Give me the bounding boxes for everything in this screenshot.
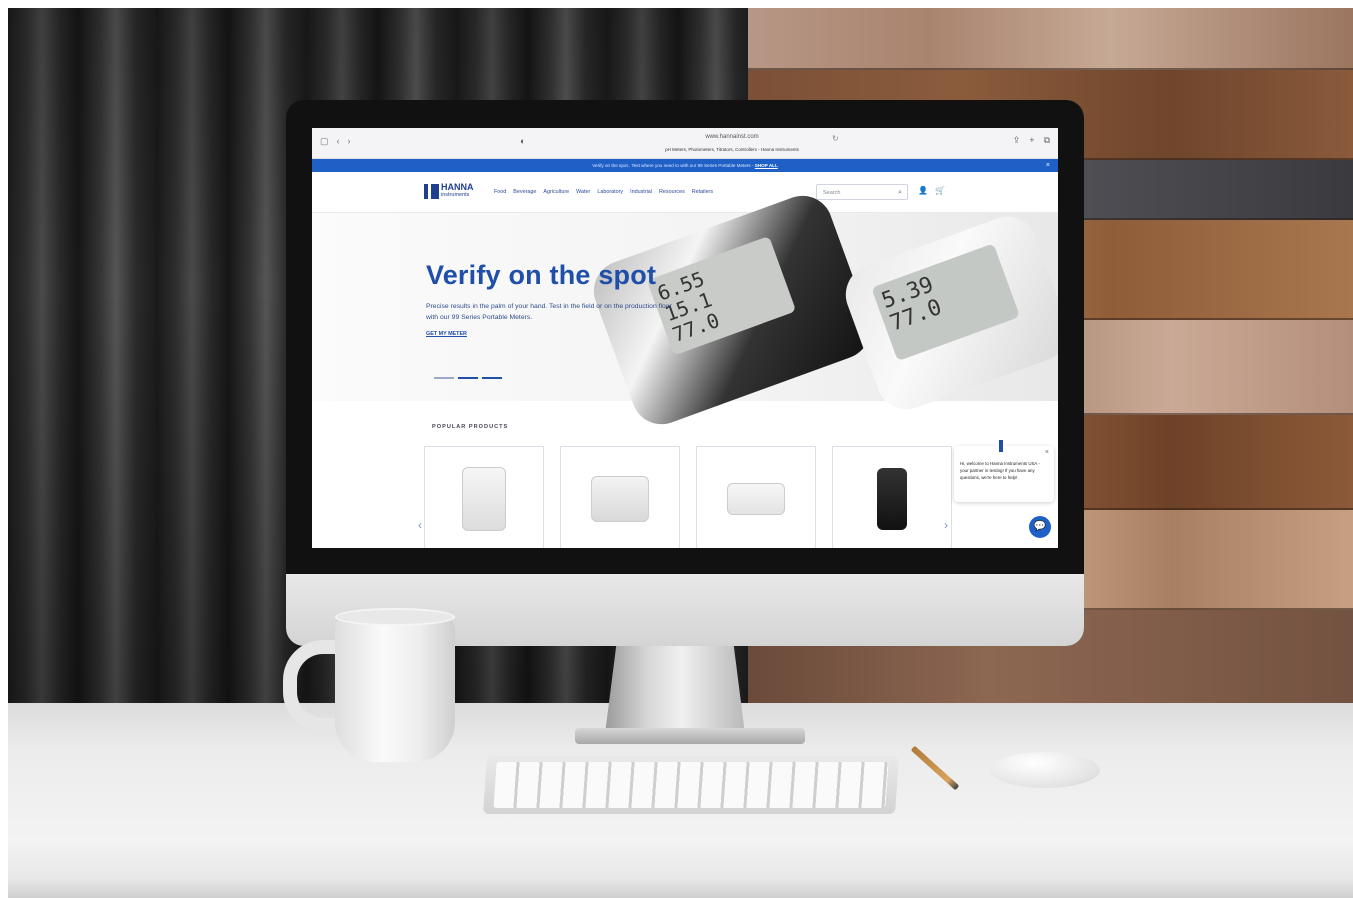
carousel-dots — [434, 377, 502, 379]
get-my-meter-link[interactable]: GET MY METER — [426, 331, 467, 337]
hero-banner: 6.55 15.1 77.0 5.39 77.0 Verify on the s… — [312, 187, 1058, 433]
product-card[interactable] — [832, 446, 952, 548]
carousel-next-icon[interactable]: › — [944, 518, 948, 532]
toolbar-left: ▢ ‹ › — [320, 136, 351, 147]
promo-shop-all-link[interactable]: SHOP ALL — [755, 163, 778, 168]
product-image — [877, 468, 907, 530]
menu-item-resources[interactable]: Resources — [659, 189, 685, 195]
menu-item-retailers[interactable]: Retailers — [692, 189, 713, 195]
tabs-overview-icon[interactable]: ⧉ — [1044, 135, 1050, 146]
carousel-dot[interactable] — [482, 377, 502, 379]
address-bar[interactable]: www.hannainst.com — [612, 134, 852, 140]
hanna-logo[interactable]: HANNA instruments — [424, 183, 474, 199]
popular-products-heading: POPULAR PRODUCTS — [432, 424, 509, 430]
browser-toolbar: ▢ ‹ › ◐ www.hannainst.com pH Meters, Pho… — [312, 128, 1058, 159]
product-image — [591, 476, 649, 522]
toolbar-right: ⇪ + ⧉ — [1013, 135, 1050, 146]
meter-b-display: 5.39 77.0 — [871, 243, 1021, 362]
back-icon[interactable]: ‹ — [337, 136, 340, 147]
product-card[interactable] — [696, 446, 816, 548]
chat-avatar-icon — [996, 440, 1006, 452]
menu-item-laboratory[interactable]: Laboratory — [597, 189, 623, 195]
menu-item-food[interactable]: Food — [494, 189, 506, 195]
menu-item-beverage[interactable]: Beverage — [513, 189, 536, 195]
forward-icon[interactable]: › — [348, 136, 351, 147]
promo-close-icon[interactable]: × — [1046, 159, 1050, 172]
sidebar-toggle-icon[interactable]: ▢ — [320, 136, 329, 147]
coffee-mug — [335, 612, 455, 762]
search-placeholder: Search — [823, 190, 841, 196]
header-icons: 👤 🛒 — [918, 186, 945, 195]
product-image — [462, 467, 506, 531]
imac-stand — [605, 646, 745, 734]
carousel-dot-active[interactable] — [458, 377, 478, 379]
tab-title[interactable]: pH Meters, Photometers, Titrators, Contr… — [612, 147, 852, 152]
search-input[interactable]: Search ⌕ — [816, 184, 908, 200]
mug-rim — [335, 608, 455, 626]
product-image — [727, 483, 785, 515]
logo-subtext: instruments — [441, 192, 470, 198]
keyboard — [482, 756, 900, 814]
mouse — [990, 752, 1100, 788]
hero-subtitle: Precise results in the palm of your hand… — [426, 303, 672, 321]
ph-meter-image-white: 5.39 77.0 — [837, 208, 1058, 418]
chat-popup: × Hi, welcome to Hanna Instruments USA -… — [954, 440, 1054, 502]
cart-icon[interactable]: 🛒 — [935, 186, 945, 195]
product-card[interactable] — [560, 446, 680, 548]
privacy-shield-icon[interactable]: ◐ — [520, 136, 525, 146]
chat-close-icon[interactable]: × — [1045, 449, 1049, 456]
menu-item-agriculture[interactable]: Agriculture — [543, 189, 569, 195]
chat-message: Hi, welcome to Hanna Instruments USA - y… — [960, 461, 1040, 480]
promo-text: Verify on the spot.. Test where you need… — [592, 163, 755, 168]
share-icon[interactable]: ⇪ — [1013, 135, 1021, 146]
product-carousel — [424, 446, 952, 548]
menu-item-water[interactable]: Water — [576, 189, 590, 195]
new-tab-icon[interactable]: + — [1029, 135, 1034, 146]
search-icon[interactable]: ⌕ — [898, 185, 902, 201]
imac-stand-base — [575, 728, 805, 744]
desk-edge — [8, 878, 1353, 898]
account-icon[interactable]: 👤 — [918, 186, 928, 195]
menu-item-industrial[interactable]: Industrial — [630, 189, 652, 195]
chat-launcher-button[interactable]: 💬 — [1029, 516, 1051, 538]
product-card[interactable] — [424, 446, 544, 548]
hero-title: Verify on the spot — [426, 260, 657, 290]
keyboard-keys — [493, 762, 889, 808]
reload-icon[interactable]: ↻ — [832, 134, 839, 143]
meter-a-display: 6.55 15.1 77.0 — [646, 235, 797, 356]
site-header: HANNA instruments Food Beverage Agricult… — [312, 172, 1058, 213]
promo-banner: Verify on the spot.. Test where you need… — [312, 159, 1058, 172]
carousel-dot[interactable] — [434, 377, 454, 379]
main-menu: Food Beverage Agriculture Water Laborato… — [494, 189, 713, 195]
carousel-prev-icon[interactable]: ‹ — [418, 518, 422, 532]
logo-mark-icon — [424, 183, 439, 199]
browser-window: ▢ ‹ › ◐ www.hannainst.com pH Meters, Pho… — [312, 128, 1058, 548]
imac-monitor: ▢ ‹ › ◐ www.hannainst.com pH Meters, Pho… — [286, 100, 1084, 646]
